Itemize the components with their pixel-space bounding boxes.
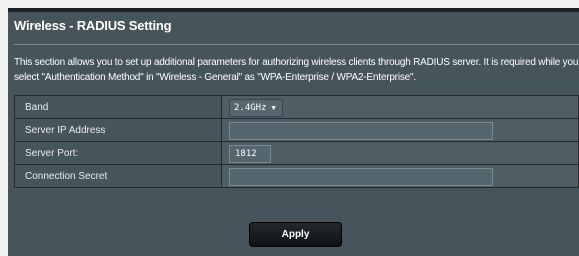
title-divider bbox=[14, 44, 579, 45]
server-ip-input[interactable] bbox=[229, 122, 493, 140]
radius-settings-table: Band 2.4GHz ▼ Server IP Address Server P… bbox=[14, 95, 579, 188]
page-title: Wireless - RADIUS Setting bbox=[14, 18, 172, 33]
server-ip-label: Server IP Address bbox=[14, 118, 222, 142]
apply-button[interactable]: Apply bbox=[249, 222, 342, 247]
band-label: Band bbox=[14, 95, 222, 119]
connection-secret-row: Connection Secret bbox=[14, 164, 579, 188]
connection-secret-input[interactable] bbox=[229, 168, 493, 186]
server-ip-row: Server IP Address bbox=[14, 118, 579, 142]
band-select[interactable]: 2.4GHz ▼ bbox=[229, 99, 283, 117]
chevron-down-icon: ▼ bbox=[271, 104, 276, 112]
server-port-row: Server Port: bbox=[14, 141, 579, 165]
server-port-label: Server Port: bbox=[14, 141, 222, 165]
band-row: Band 2.4GHz ▼ bbox=[14, 95, 579, 119]
server-port-input[interactable] bbox=[229, 145, 271, 163]
connection-secret-label: Connection Secret bbox=[14, 164, 222, 188]
section-description: This section allows you to set up additi… bbox=[14, 57, 579, 83]
band-select-value: 2.4GHz bbox=[234, 103, 267, 113]
